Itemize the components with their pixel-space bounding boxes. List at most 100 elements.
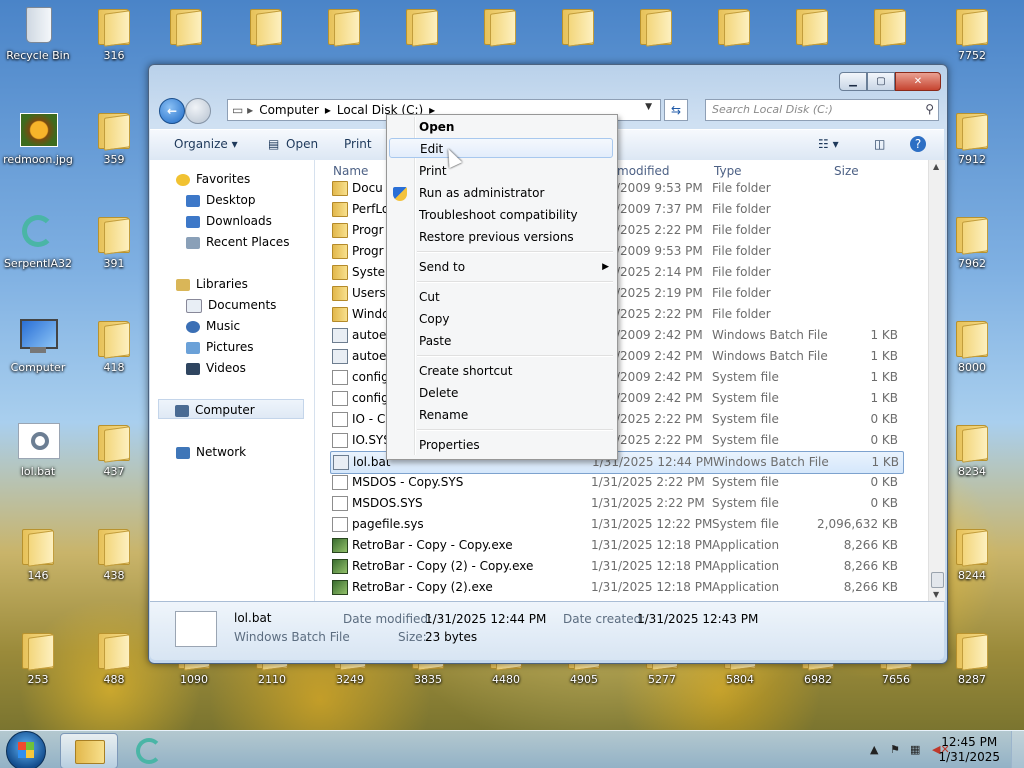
file-row[interactable]: MSDOS - Copy.SYS 1/31/2025 2:22 PM System … [330,472,902,493]
nav-videos[interactable]: Videos [186,358,246,378]
file-date-modified: /2009 2:42 PM [616,391,703,405]
file-row[interactable]: RetroBar - Copy (2) - Copy.exe 1/31/2025 … [330,556,902,577]
clock[interactable]: 12:45 PM 1/31/2025 [938,735,1000,765]
address-dropdown-icon[interactable]: ▼ [645,102,652,112]
column-header-type[interactable]: Type [714,164,742,178]
desktop-icon-folder[interactable] [774,3,850,49]
menu-item-edit[interactable]: Edit [389,138,613,158]
desktop-icon-serpentia32[interactable]: SerpentIA32 [0,211,76,270]
desktop-icon-folder[interactable] [148,3,224,49]
file-icon [332,496,348,511]
nav-network[interactable]: Network [176,442,246,462]
desktop-icon-folder[interactable] [384,3,460,49]
action-center-flag-icon[interactable]: ⚑ [890,743,900,756]
maximize-button[interactable]: ▢ [867,72,895,91]
nav-pictures[interactable]: Pictures [186,337,254,357]
column-header-name[interactable]: Name [333,164,368,178]
search-input[interactable]: Search Local Disk (C:) ⚲ [705,99,939,121]
desktop-icon-438[interactable]: 438 [76,523,152,582]
file-icon [332,370,348,385]
desktop-icon-recycle-bin[interactable]: Recycle Bin [0,3,76,62]
show-hidden-icons-icon[interactable]: ▲ [870,743,878,756]
scrollbar-thumb[interactable] [931,572,944,588]
file-type: File folder [712,181,771,195]
file-row[interactable]: pagefile.sys 1/31/2025 12:22 PM System fil… [330,514,902,535]
nav-recent-places[interactable]: Recent Places [186,232,289,252]
desktop-icon-folder[interactable] [852,3,928,49]
nav-downloads[interactable]: Downloads [186,211,272,231]
desktop-icon-418[interactable]: 418 [76,315,152,374]
desktop-icon-computer[interactable]: Computer [0,315,76,374]
folder-icon [950,315,994,359]
network-tray-icon[interactable]: ▦ [910,743,920,756]
file-date-modified: /2009 7:37 PM [616,202,703,216]
file-name: config [352,391,389,405]
menu-item-properties[interactable]: Properties [419,435,480,455]
help-icon[interactable]: ? [910,136,926,152]
nav-music[interactable]: Music [186,316,240,336]
start-button[interactable] [6,731,46,768]
menu-item-copy[interactable]: Copy [419,309,449,329]
desktop-icon-7752[interactable]: 7752 [934,3,1010,62]
forward-button[interactable] [185,98,211,124]
nav-favorites[interactable]: Favorites [176,169,250,189]
desktop-icon-folder[interactable] [618,3,694,49]
desktop-icon-folder[interactable] [306,3,382,49]
desktop-icon-253[interactable]: 253 [0,627,76,686]
taskbar-serpent-button[interactable] [122,733,178,767]
desktop-icon-folder[interactable] [228,3,304,49]
nav-computer[interactable]: Computer [158,399,304,419]
desktop-icon-lol-bat[interactable]: lol.bat [0,419,76,478]
desktop-icon-391[interactable]: 391 [76,211,152,270]
menu-item-create-shortcut[interactable]: Create shortcut [419,361,512,381]
desktop-icon-folder[interactable] [540,3,616,49]
file-row[interactable]: RetroBar - Copy (2).exe 1/31/2025 12:18 P… [330,577,902,598]
submenu-arrow-icon: ▶ [602,262,609,272]
nav-desktop[interactable]: Desktop [186,190,256,210]
menu-item-open[interactable]: Open [419,117,454,137]
breadcrumb-computer[interactable]: Computer [259,103,319,117]
close-button[interactable]: ✕ [895,72,941,91]
vertical-scrollbar[interactable]: ▲ ▼ [928,160,945,601]
minimize-button[interactable]: ▁ [839,72,867,91]
menu-item-paste[interactable]: Paste [419,331,451,351]
nav-libraries[interactable]: Libraries [176,274,248,294]
refresh-button[interactable]: ⇆ [664,99,688,121]
preview-pane-button[interactable]: ◫ [874,137,885,151]
menu-item-cut[interactable]: Cut [419,287,440,307]
column-header-date-modified[interactable]: modified [617,164,670,178]
menu-item-restore-previous-versions[interactable]: Restore previous versions [419,227,574,247]
taskbar-explorer-button[interactable] [60,733,118,768]
menu-item-send-to[interactable]: Send to [419,257,465,277]
print-button[interactable]: Print [344,137,372,151]
scroll-down-icon[interactable]: ▼ [933,590,939,599]
menu-item-troubleshoot-compatibility[interactable]: Troubleshoot compatibility [419,205,578,225]
show-desktop-button[interactable] [1011,731,1024,768]
desktop-icon-folder[interactable] [462,3,538,49]
back-button[interactable]: ← [159,98,185,124]
desktop-icon-316[interactable]: 316 [76,3,152,62]
file-size: 8,266 KB [843,538,898,552]
nav-documents[interactable]: Documents [186,295,276,315]
application-icon [332,580,348,595]
recent-places-icon [186,236,200,249]
file-row[interactable]: RetroBar - Copy - Copy.exe 1/31/2025 12:1… [330,535,902,556]
column-header-size[interactable]: Size [834,164,859,178]
desktop-icon-folder[interactable] [696,3,772,49]
menu-item-delete[interactable]: Delete [419,383,458,403]
desktop-icon-488[interactable]: 488 [76,627,152,686]
menu-item-rename[interactable]: Rename [419,405,468,425]
views-button[interactable]: ☷ ▾ [818,137,839,151]
desktop-icon-437[interactable]: 437 [76,419,152,478]
file-size: 0 KB [870,475,898,489]
desktop-icon-146[interactable]: 146 [0,523,76,582]
organize-button[interactable]: Organize ▾ [174,137,238,151]
open-button[interactable]: Open [286,137,318,151]
folder-icon [92,523,136,567]
menu-item-run-as-administrator[interactable]: Run as administrator [419,183,544,203]
menu-item-print[interactable]: Print [419,161,447,181]
desktop-icon-359[interactable]: 359 [76,107,152,166]
desktop-icon-redmoon-jpg[interactable]: redmoon.jpg [0,107,76,166]
scroll-up-icon[interactable]: ▲ [933,162,939,171]
file-row[interactable]: MSDOS.SYS 1/31/2025 2:22 PM System file 0 K… [330,493,902,514]
